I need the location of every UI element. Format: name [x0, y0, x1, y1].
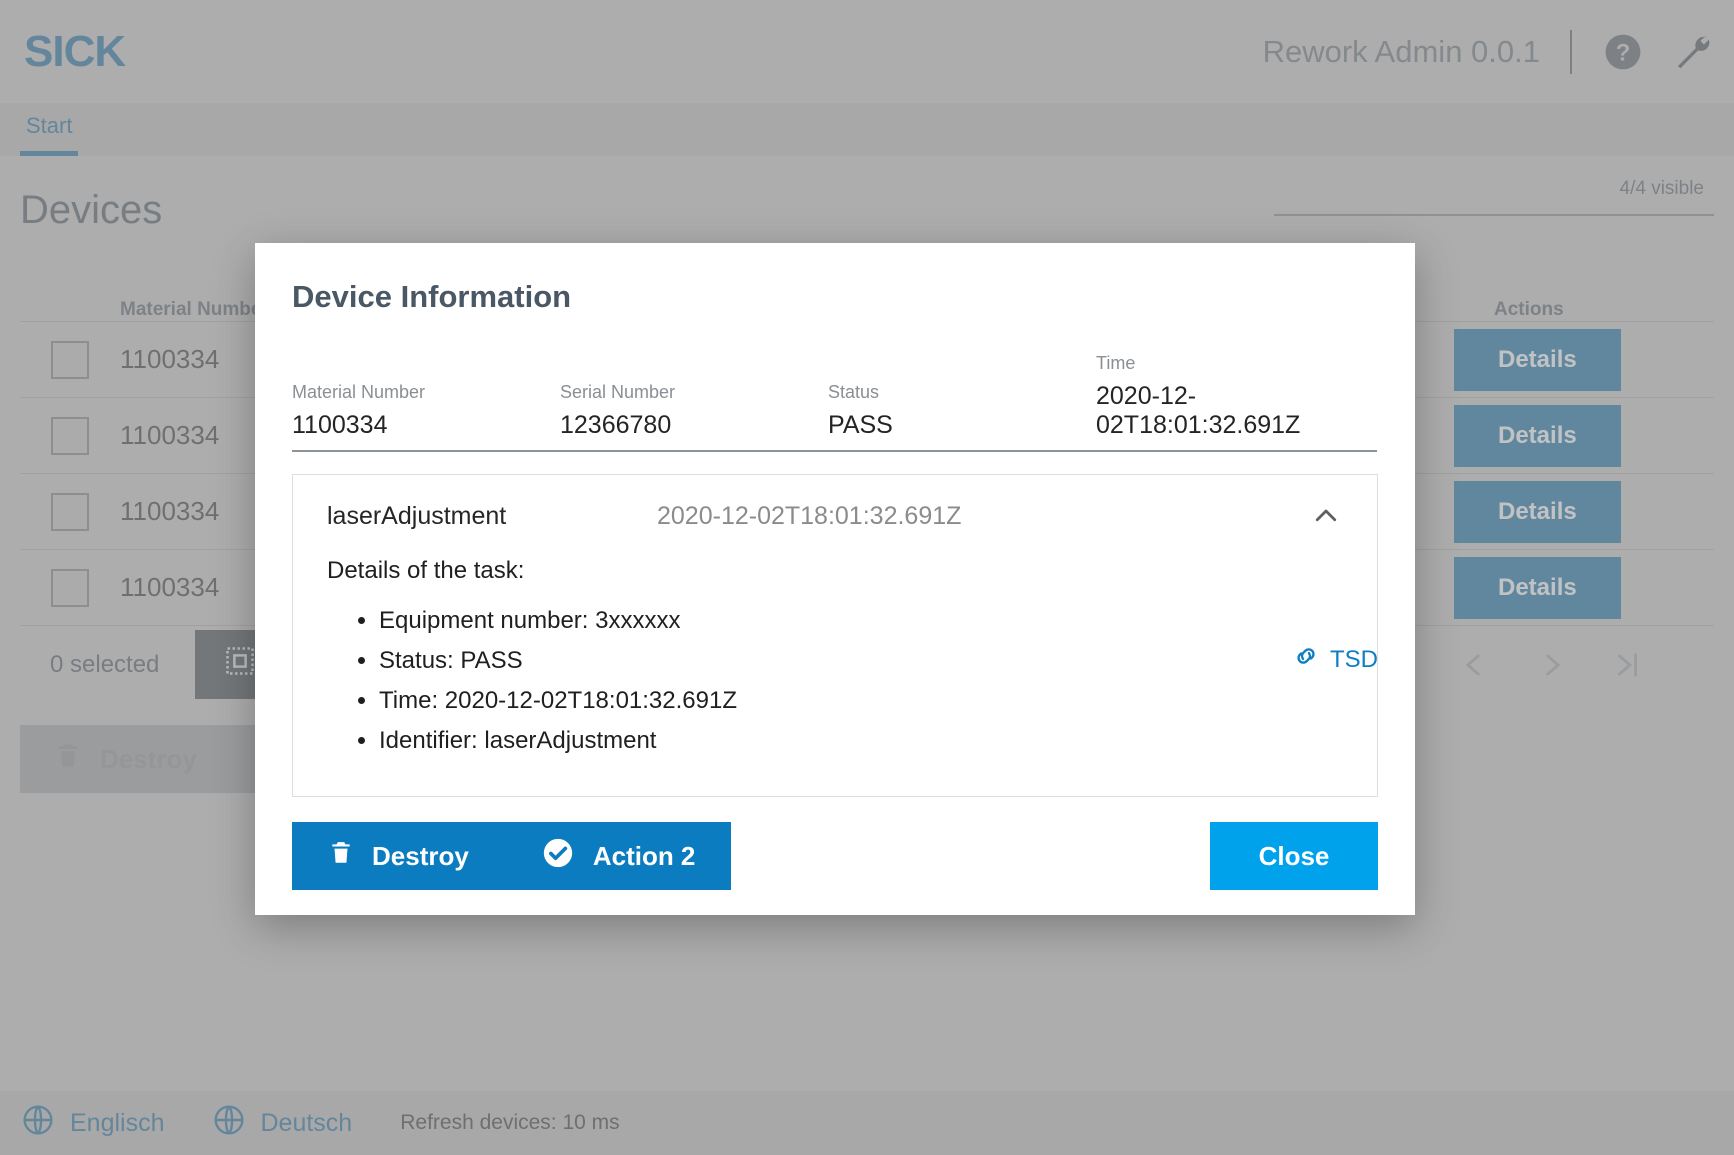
task-details-heading: Details of the task: [327, 557, 525, 584]
field-serial-number-value: 12366780 [560, 411, 672, 439]
field-time-label: Time [1096, 353, 1136, 373]
field-material-number: Material Number 1100334 [292, 382, 560, 440]
list-item: Status: PASS [379, 647, 1377, 675]
list-item: Identifier: laserAdjustment [379, 727, 1377, 755]
check-circle-icon [541, 836, 575, 877]
dialog-title: Device Information [292, 279, 572, 314]
trash-icon [328, 838, 354, 875]
destroy-button[interactable]: Destroy [292, 838, 505, 875]
device-information-dialog: Device Information Material Number 11003… [255, 243, 1415, 915]
field-time: Time 2020-12-02T18:01:32.691Z [1096, 353, 1377, 440]
list-item: Time: 2020-12-02T18:01:32.691Z [379, 687, 1377, 715]
accordion-title: laserAdjustment [327, 501, 507, 530]
field-time-value: 2020-12-02T18:01:32.691Z [1096, 382, 1301, 439]
field-material-number-label: Material Number [292, 382, 426, 402]
list-item: Equipment number: 3xxxxxx [379, 607, 1377, 635]
device-summary-fields: Material Number 1100334 Serial Number 12… [292, 353, 1377, 452]
field-status: Status PASS [828, 382, 1096, 440]
field-material-number-value: 1100334 [292, 411, 388, 439]
close-button[interactable]: Close [1210, 822, 1378, 890]
dialog-footer: Destroy Action 2 Close [292, 797, 1378, 915]
task-accordion-panel: laserAdjustment 2020-12-02T18:01:32.691Z… [292, 474, 1378, 797]
action2-button[interactable]: Action 2 [505, 836, 732, 877]
field-serial-number: Serial Number 12366780 [560, 382, 828, 440]
accordion-time: 2020-12-02T18:01:32.691Z [657, 501, 962, 530]
chevron-up-icon[interactable] [1311, 501, 1341, 531]
field-status-value: PASS [828, 411, 893, 439]
action2-button-label: Action 2 [592, 840, 696, 871]
destroy-button-label: Destroy [372, 840, 469, 871]
field-status-label: Status [828, 382, 880, 402]
task-details-list: Equipment number: 3xxxxxx Status: PASS T… [379, 607, 1377, 755]
dialog-primary-action-bar: Destroy Action 2 [292, 822, 732, 890]
accordion-body: Details of the task: Equipment number: 3… [293, 557, 1377, 755]
accordion-header[interactable]: laserAdjustment 2020-12-02T18:01:32.691Z [293, 475, 1377, 557]
field-serial-number-label: Serial Number [560, 382, 676, 402]
